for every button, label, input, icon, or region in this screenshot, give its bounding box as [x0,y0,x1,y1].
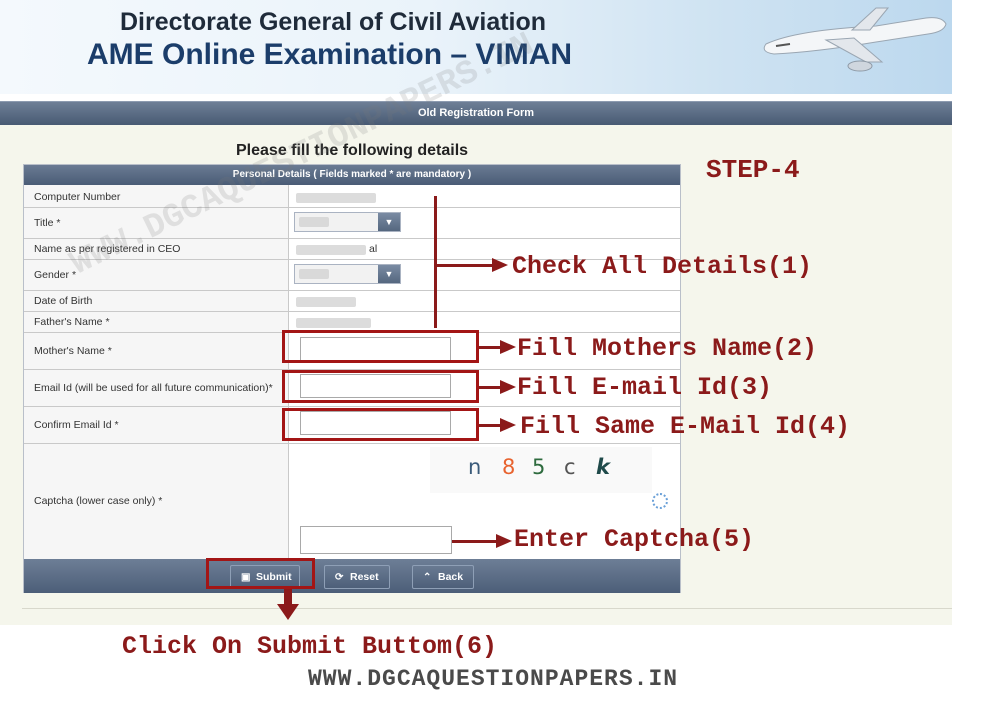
highlight-submit [206,558,315,589]
captcha-image: n 8 5 c k [430,447,652,493]
form-title-bar: Old Registration Form [0,101,952,125]
label-title: Title * [34,217,61,229]
highlight-email [282,370,479,403]
annotation-submit: Click On Submit Buttom(6) [122,632,498,661]
label-gender: Gender * [34,269,77,281]
annotation-line [284,589,292,605]
form-title: Old Registration Form [417,107,535,119]
gender-select-value [299,269,329,279]
title-select[interactable]: ▼ [294,212,401,232]
annotation-line [479,346,501,349]
content-divider [22,608,952,609]
airplane-icon [763,7,947,72]
captcha-char: k [596,455,610,479]
arrow-icon [496,534,512,548]
annotation-captcha: Enter Captcha(5) [514,525,755,554]
annotation-email: Fill E-mail Id(3) [517,373,773,402]
name-value [296,245,366,255]
footer-site-text: WWW.DGCAQUESTIONPAPERS.IN [308,666,679,692]
panel-heading: Personal Details ( Fields marked * are m… [24,165,680,185]
row-divider [24,207,680,208]
arrow-icon [500,418,516,432]
captcha-char: 8 [502,455,516,479]
row-divider [24,311,680,312]
label-mother-name: Mother's Name * [34,345,112,357]
annotation-line [452,540,498,543]
annotation-same-email: Fill Same E-Mail Id(4) [520,412,851,441]
arrow-icon [277,604,299,620]
chevron-down-icon[interactable]: ▼ [378,213,400,231]
annotation-line [436,264,492,267]
name-value-suffix: al [369,243,378,255]
computer-number-value [296,193,376,203]
gender-select[interactable]: ▼ [294,264,401,284]
captcha-char: c [564,455,576,479]
back-button[interactable]: ⌃ Back [412,565,474,589]
chevron-up-icon: ⌃ [423,572,432,583]
arrow-icon [500,340,516,354]
father-name-value [296,318,371,328]
label-captcha: Captcha (lower case only) * [34,495,163,507]
step-label: STEP-4 [706,155,800,185]
highlight-confirm-email [282,408,479,441]
refresh-captcha-icon[interactable] [652,493,668,509]
arrow-icon [492,258,508,272]
annotation-check-details: Check All Details(1) [512,252,813,281]
highlight-mother-name [282,330,479,363]
row-divider [24,443,680,444]
annotation-mothers-name: Fill Mothers Name(2) [517,334,818,363]
annotation-line [434,196,437,328]
title-select-value [299,217,329,227]
label-computer-number: Computer Number [34,191,121,203]
annotation-line [479,424,501,427]
chevron-down-icon[interactable]: ▼ [378,265,400,283]
captcha-char: 5 [532,455,546,479]
row-divider [24,290,680,291]
label-email: Email Id (will be used for all future co… [34,382,273,394]
banner-separator [0,94,952,101]
org-title: Directorate General of Civil Aviation [120,8,547,36]
annotation-line [479,386,501,389]
row-divider [24,406,680,407]
captcha-input[interactable] [300,526,452,554]
dob-value [296,297,356,307]
arrow-icon [500,380,516,394]
button-bar: ▣ Submit ⟳ Reset ⌃ Back [24,559,680,593]
label-dob: Date of Birth [34,295,93,307]
reset-button[interactable]: ⟳ Reset [324,565,390,589]
label-father-name: Father's Name * [34,316,110,328]
captcha-char: n [468,455,482,479]
label-confirm-email: Confirm Email Id * [34,419,119,431]
refresh-icon: ⟳ [335,572,344,583]
